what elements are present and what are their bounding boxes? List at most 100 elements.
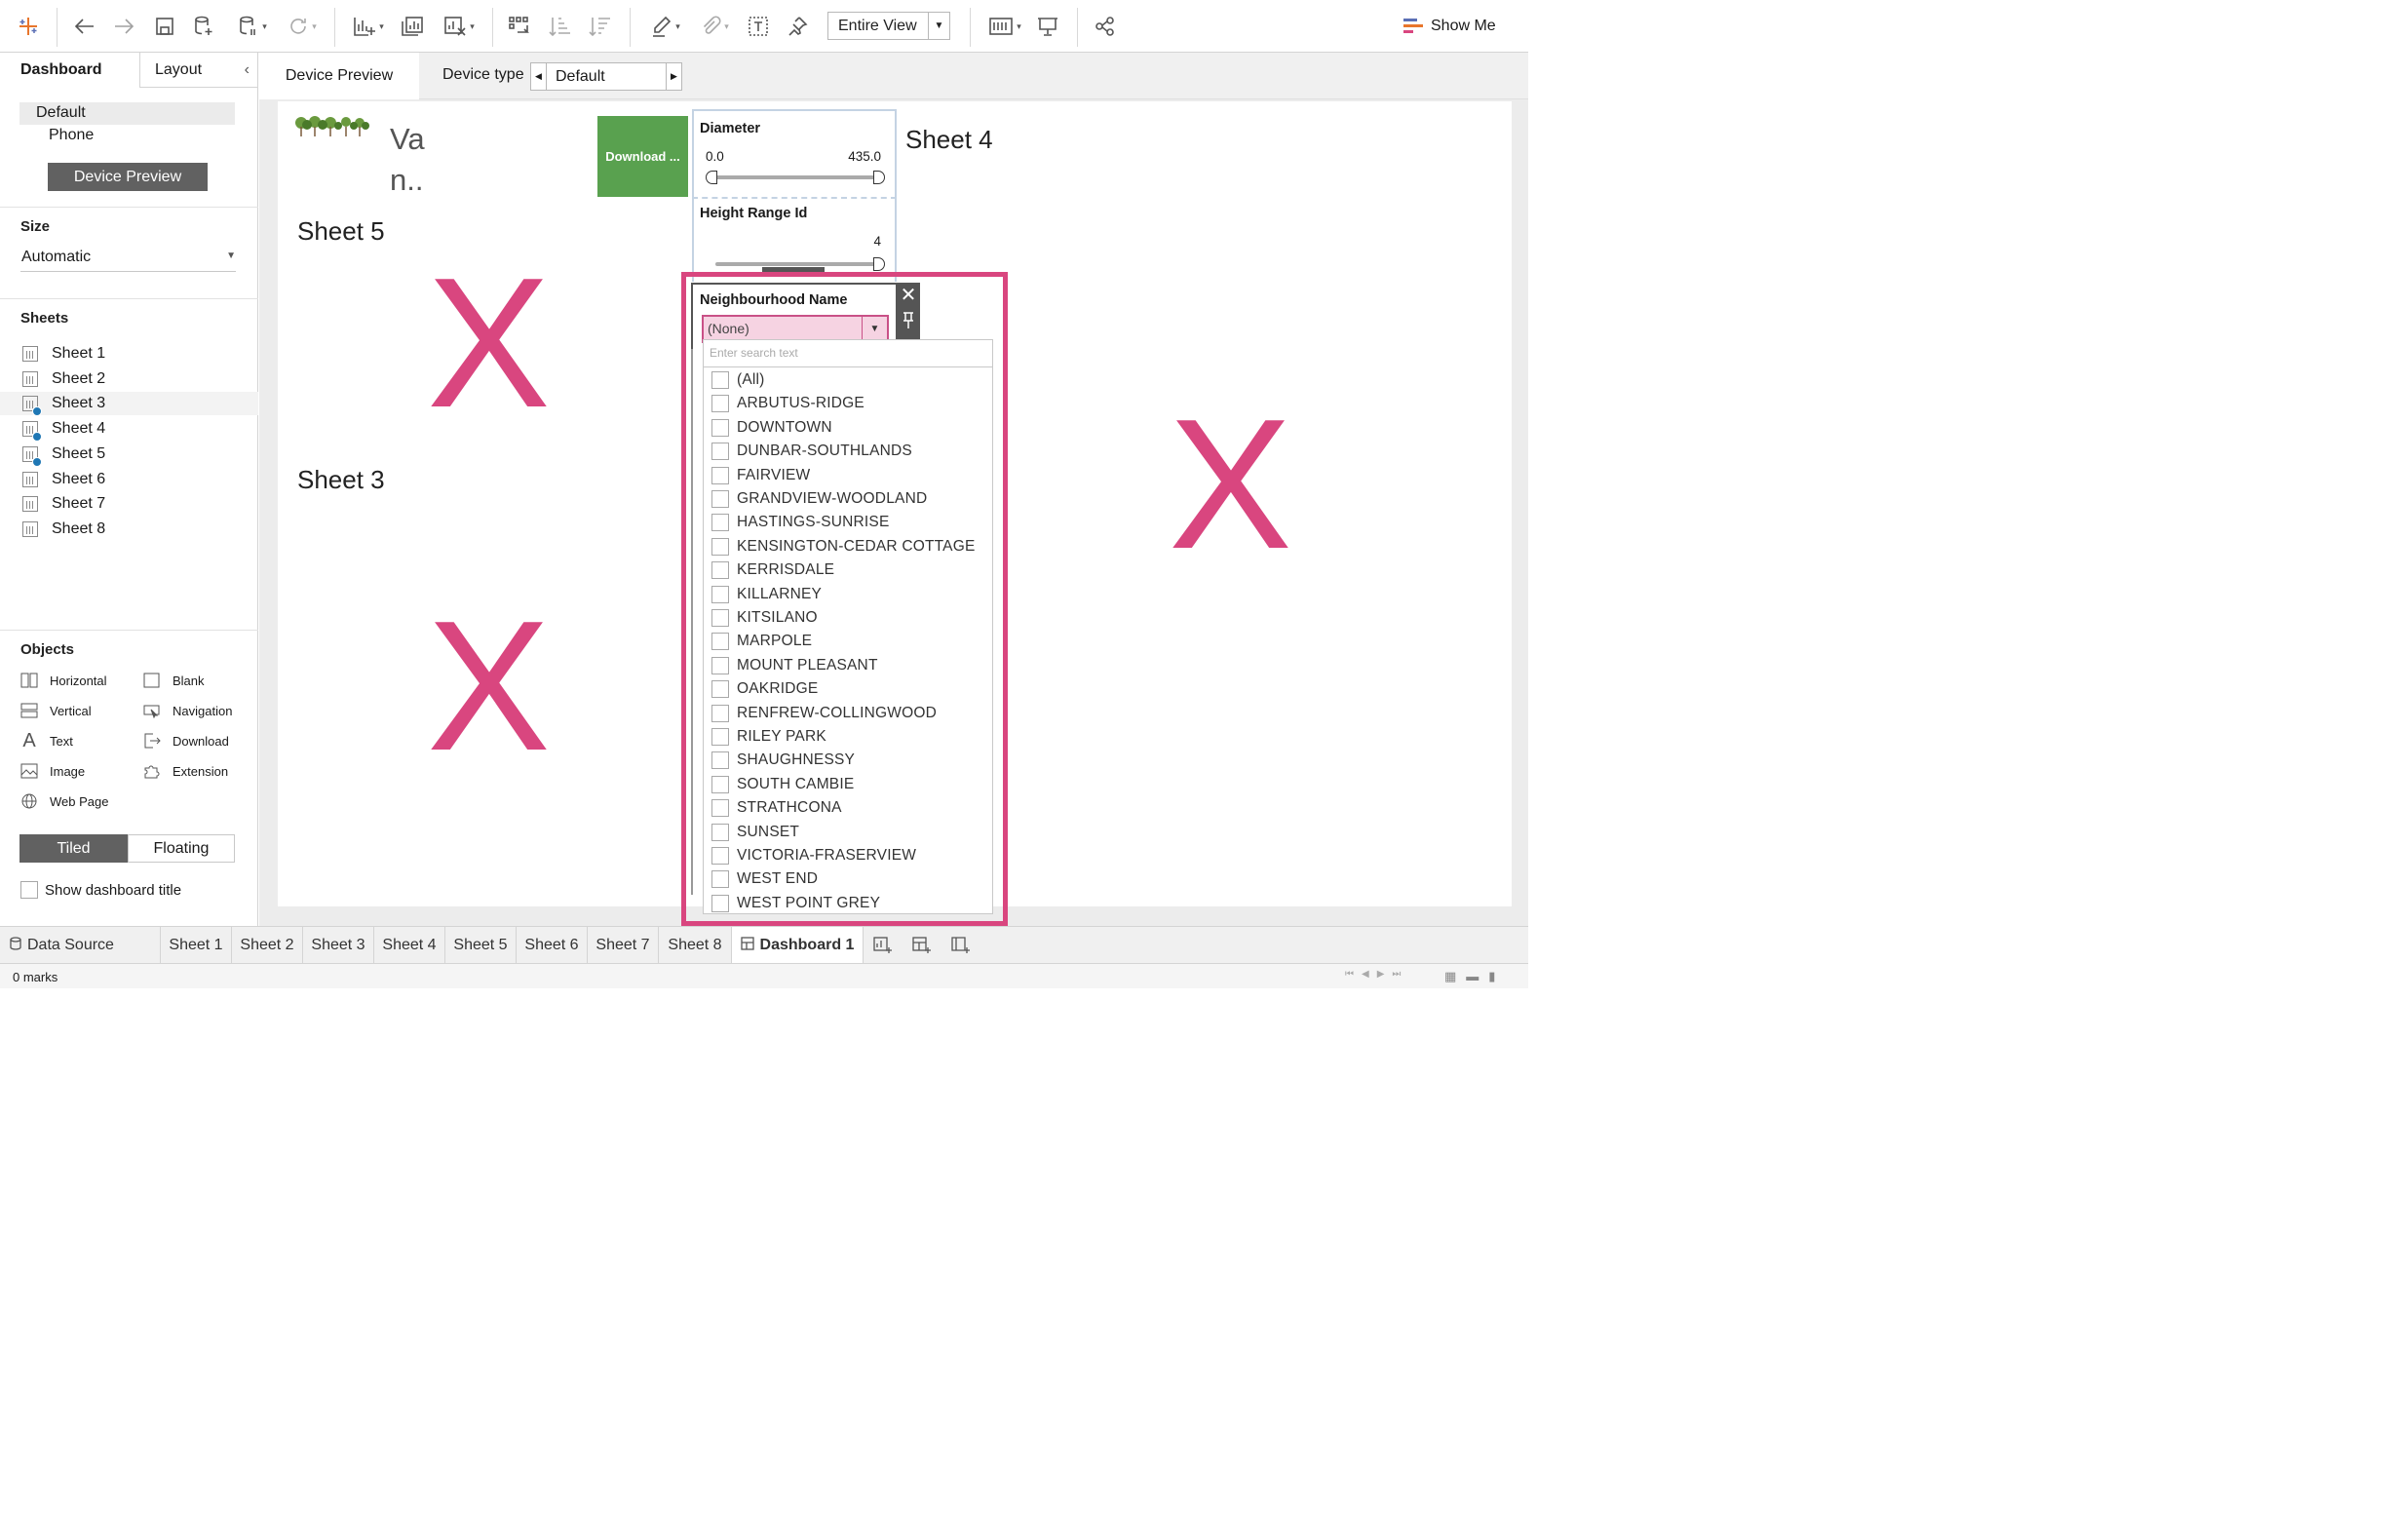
- share-icon[interactable]: [1093, 13, 1118, 40]
- sheet-list-item[interactable]: Sheet 8: [0, 518, 258, 541]
- tab-sheet-4[interactable]: Sheet 4: [374, 927, 445, 964]
- tiled-toggle[interactable]: Tiled: [19, 834, 128, 863]
- diameter-slider-track[interactable]: [711, 175, 881, 179]
- presentation-mode-icon[interactable]: [1035, 13, 1060, 40]
- object-vertical[interactable]: Vertical: [20, 703, 92, 718]
- object-image[interactable]: Image: [20, 763, 85, 779]
- download-button[interactable]: Download ...: [597, 116, 688, 197]
- size-dropdown[interactable]: Automatic ▼: [20, 247, 236, 272]
- collapse-panel-icon[interactable]: ‹: [245, 61, 250, 79]
- view-toggles: ▦ ▬ ▮: [1444, 969, 1495, 984]
- dashboard-title-text: Va n..: [390, 119, 425, 201]
- object-navigation[interactable]: Navigation: [143, 703, 232, 718]
- sheet-list-item[interactable]: Sheet 1: [0, 342, 258, 366]
- first-tab-icon[interactable]: ⏮: [1345, 969, 1354, 984]
- show-labels-icon[interactable]: [746, 13, 771, 40]
- tab-sheet-5[interactable]: Sheet 5: [445, 927, 517, 964]
- new-worksheet-tab-icon[interactable]: [864, 927, 903, 964]
- clear-sheet-icon[interactable]: ▾: [437, 13, 481, 40]
- sheet3-title: Sheet 3: [297, 465, 385, 494]
- sort-descending-icon[interactable]: [588, 13, 613, 40]
- tab-sheet-8[interactable]: Sheet 8: [659, 927, 732, 964]
- chevron-down-icon: ▼: [928, 13, 949, 39]
- new-story-tab-icon[interactable]: [941, 927, 980, 964]
- object-blank[interactable]: Blank: [143, 673, 205, 688]
- tab-label: Dashboard 1: [759, 937, 855, 953]
- group-members-icon[interactable]: ▾: [694, 13, 735, 40]
- diameter-max-handle[interactable]: [873, 171, 885, 184]
- tab-sheet-7[interactable]: Sheet 7: [588, 927, 659, 964]
- previous-icon[interactable]: ◀: [531, 63, 547, 90]
- tab-layout[interactable]: Layout ‹: [139, 53, 258, 88]
- tab-sheet-1[interactable]: Sheet 1: [161, 927, 232, 964]
- tab-device-preview[interactable]: Device Preview: [259, 53, 419, 99]
- size-title: Size: [20, 218, 51, 235]
- device-option-phone[interactable]: Phone: [49, 127, 94, 144]
- object-horizontal[interactable]: Horizontal: [20, 673, 107, 688]
- new-data-source-icon[interactable]: [191, 13, 216, 40]
- next-icon[interactable]: ▶: [666, 63, 681, 90]
- height-range-title: Height Range Id: [700, 206, 808, 221]
- sheet-list-item[interactable]: Sheet 7: [0, 492, 258, 516]
- sheet-list-item[interactable]: Sheet 2: [0, 367, 258, 391]
- tableau-logo-icon[interactable]: [16, 13, 41, 40]
- floating-toggle[interactable]: Floating: [128, 834, 235, 863]
- redo-icon[interactable]: [111, 13, 136, 40]
- height-range-slider-track[interactable]: [715, 262, 881, 266]
- show-title-checkbox[interactable]: [20, 881, 38, 899]
- sheet4-placeholder-x: X: [1169, 381, 1292, 588]
- diameter-min-handle[interactable]: [706, 171, 717, 184]
- refresh-icon[interactable]: ▾: [280, 13, 325, 40]
- tab-sheet-3[interactable]: Sheet 3: [303, 927, 374, 964]
- sheet-list-item[interactable]: Sheet 6: [0, 468, 258, 491]
- object-label: Blank: [173, 673, 205, 688]
- fit-dropdown[interactable]: Entire View ▼: [827, 12, 950, 40]
- swap-rows-columns-icon[interactable]: [507, 13, 532, 40]
- object-label: Extension: [173, 763, 229, 779]
- show-me-label: Show Me: [1431, 18, 1496, 34]
- divider: [0, 630, 258, 631]
- pause-updates-icon[interactable]: ▾: [230, 13, 275, 40]
- toolbar-separator: [630, 8, 631, 47]
- object-text[interactable]: A Text: [20, 730, 73, 751]
- new-dashboard-tab-icon[interactable]: [903, 927, 941, 964]
- dashboard-side-panel: Dashboard Layout ‹ Default Phone Device …: [0, 53, 258, 926]
- tab-dashboard-1[interactable]: Dashboard 1: [732, 927, 864, 964]
- undo-icon[interactable]: [72, 13, 97, 40]
- tabs-view-icon[interactable]: ▮: [1488, 969, 1495, 984]
- object-download[interactable]: Download: [143, 733, 229, 749]
- object-extension[interactable]: Extension: [143, 763, 228, 779]
- sort-ascending-icon[interactable]: [548, 13, 573, 40]
- sheet-list-item[interactable]: Sheet 4: [0, 417, 258, 443]
- last-tab-icon[interactable]: ⏭: [1392, 969, 1401, 984]
- sheet-list-item[interactable]: Sheet 5: [0, 443, 258, 467]
- tab-sheet-2[interactable]: Sheet 2: [232, 927, 303, 964]
- filmstrip-view-icon[interactable]: ▬: [1466, 969, 1479, 984]
- next-tab-icon[interactable]: ▶: [1377, 969, 1385, 984]
- tab-data-source[interactable]: Data Source: [0, 927, 161, 964]
- device-option-default[interactable]: Default: [19, 102, 235, 125]
- duplicate-sheet-icon[interactable]: [399, 13, 426, 40]
- divider: [0, 207, 258, 208]
- tab-layout-label: Layout: [155, 60, 203, 78]
- grid-view-icon[interactable]: ▦: [1444, 969, 1456, 984]
- previous-tab-icon[interactable]: ◀: [1362, 969, 1369, 984]
- diameter-filter: Diameter 0.0 435.0: [692, 109, 897, 199]
- show-cards-icon[interactable]: ▾: [983, 13, 1026, 40]
- show-me-button[interactable]: Show Me: [1403, 14, 1496, 39]
- device-type-label: Device type: [442, 66, 524, 83]
- tab-dashboard[interactable]: Dashboard: [0, 53, 139, 88]
- vertical-container-icon: [20, 703, 38, 718]
- fix-axes-pin-icon[interactable]: [785, 13, 810, 40]
- height-range-max-handle[interactable]: [873, 257, 885, 271]
- object-web-page[interactable]: Web Page: [20, 793, 108, 809]
- sheet-list-item[interactable]: Sheet 3: [0, 392, 258, 417]
- device-preview-button[interactable]: Device Preview: [48, 163, 208, 191]
- database-icon: [10, 936, 21, 955]
- device-type-select[interactable]: ◀ Default ▶: [530, 62, 682, 91]
- save-icon[interactable]: [152, 13, 177, 40]
- highlight-icon[interactable]: ▾: [645, 13, 686, 40]
- tab-sheet-6[interactable]: Sheet 6: [517, 927, 588, 964]
- worksheet-icon: [22, 370, 38, 387]
- new-worksheet-icon[interactable]: ▾: [346, 13, 391, 40]
